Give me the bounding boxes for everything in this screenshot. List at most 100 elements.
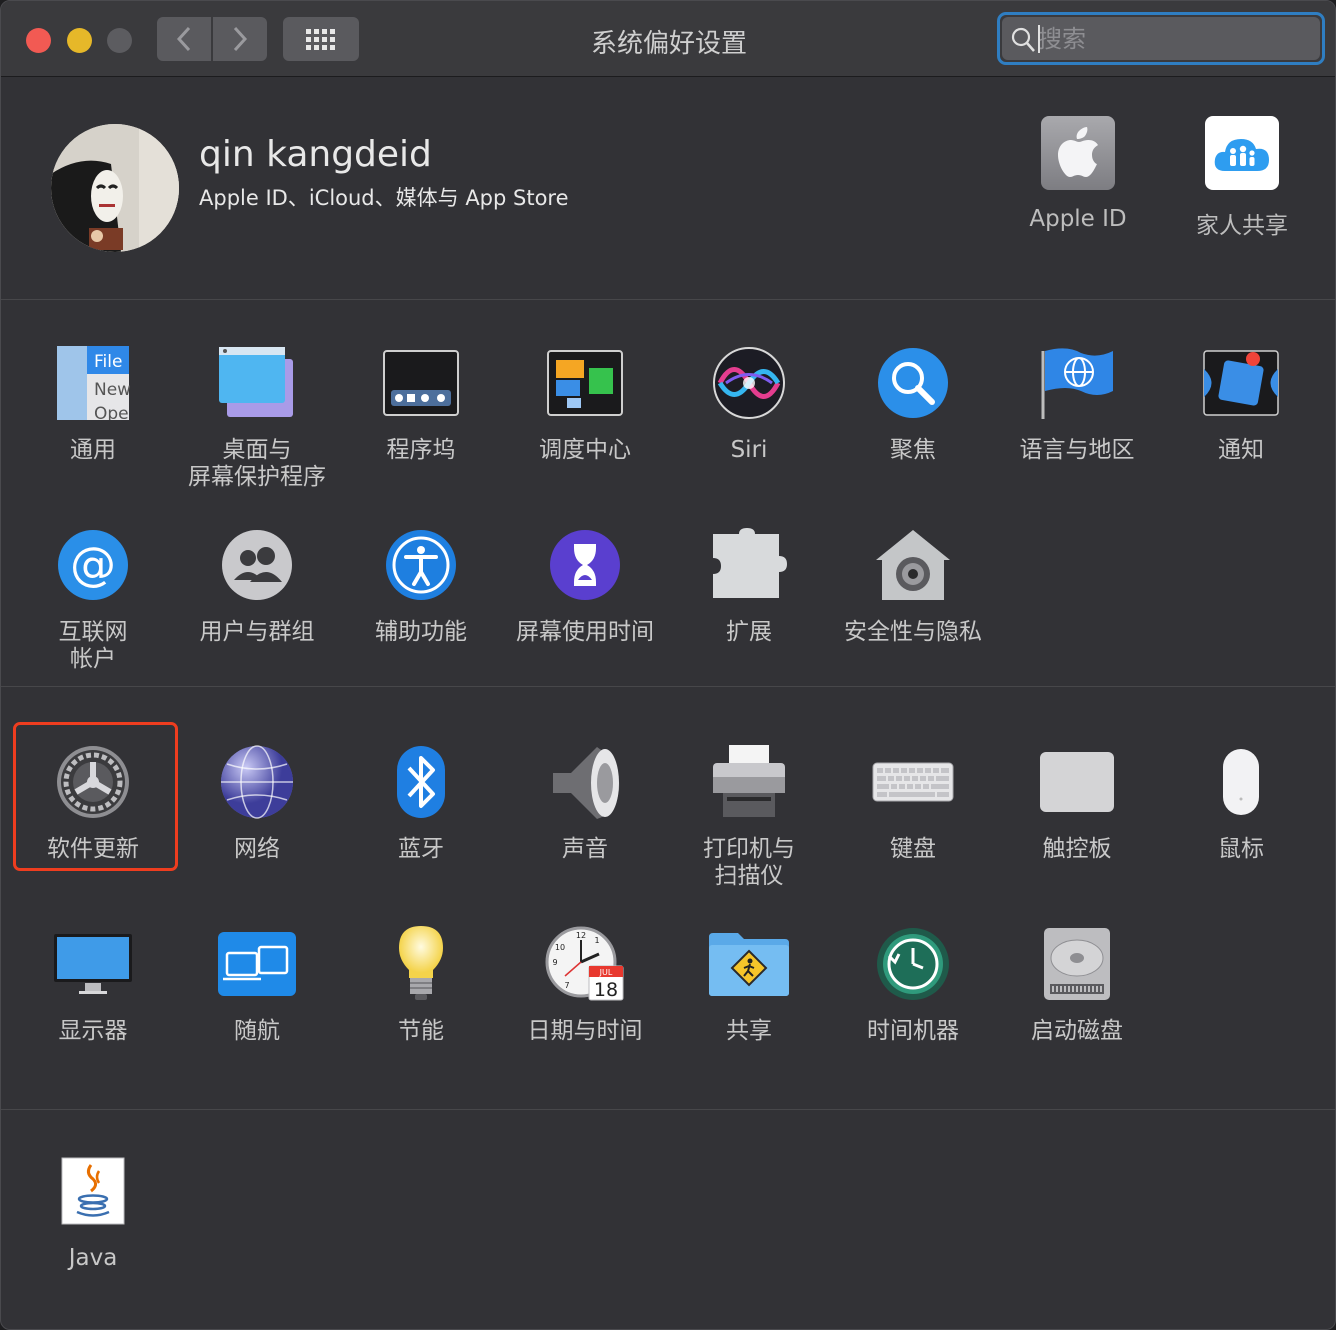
accessibility-icon	[379, 523, 463, 607]
pref-notifications[interactable]: 通知	[1159, 341, 1323, 464]
grid-icon	[306, 29, 335, 50]
pref-energy-saver[interactable]: 节能	[339, 922, 503, 1045]
date-time-label: 日期与时间	[527, 1018, 643, 1044]
pref-network[interactable]: 网络	[175, 740, 339, 863]
screen-time-icon	[543, 523, 627, 607]
user-avatar[interactable]	[51, 124, 179, 252]
startup-disk-icon	[1035, 922, 1119, 1006]
pref-apple-id[interactable]: Apple ID	[1008, 116, 1148, 232]
pref-displays[interactable]: 显示器	[11, 922, 175, 1045]
back-button[interactable]	[157, 17, 211, 61]
network-icon	[215, 740, 299, 824]
pref-spotlight[interactable]: 聚焦	[831, 341, 995, 464]
mission-control-icon	[543, 341, 627, 425]
pref-mouse[interactable]: 鼠标	[1159, 740, 1323, 863]
extensions-label: 扩展	[726, 619, 772, 645]
sidecar-icon	[215, 922, 299, 1006]
general-icon: File New Ope	[51, 341, 135, 425]
pref-sound[interactable]: 声音	[503, 740, 667, 863]
pref-bluetooth[interactable]: 蓝牙	[339, 740, 503, 863]
personal-preferences-section: File New Ope 通用 桌面与 屏幕保护程序 程序坞 调度中心 Siri…	[1, 301, 1335, 687]
siri-label: Siri	[730, 437, 768, 463]
pref-printers-scanners[interactable]: 打印机与 扫描仪	[667, 740, 831, 890]
calendar-month: JUL	[599, 968, 613, 977]
internet-accounts-icon: @	[51, 523, 135, 607]
users-groups-label: 用户与群组	[199, 619, 315, 645]
pref-sharing[interactable]: 共享	[667, 922, 831, 1045]
svg-text:@: @	[70, 537, 116, 591]
startup-disk-label: 启动磁盘	[1031, 1018, 1123, 1044]
pref-family-sharing[interactable]: 家人共享	[1172, 116, 1312, 240]
clock-9: 9	[552, 958, 557, 967]
zoom-button[interactable]	[107, 28, 132, 53]
spotlight-icon	[871, 341, 955, 425]
pref-dock[interactable]: 程序坞	[339, 341, 503, 464]
minimize-button[interactable]	[67, 28, 92, 53]
java-label: Java	[68, 1245, 118, 1271]
pref-users-groups[interactable]: 用户与群组	[175, 523, 339, 646]
hardware-preferences-section: 软件更新 网络 蓝牙 声音 打印机与 扫描仪 键盘 触控板 鼠标 显示器 随航 …	[1, 688, 1335, 1110]
pref-date-time[interactable]: 12 1 10 9 7 JUL 18 日期与时间	[503, 922, 667, 1045]
dock-label: 程序坞	[386, 437, 456, 463]
siri-icon	[707, 341, 791, 425]
pref-general[interactable]: File New Ope 通用	[11, 341, 175, 464]
forward-button[interactable]	[213, 17, 267, 61]
trackpad-icon	[1035, 740, 1119, 824]
pref-keyboard[interactable]: 键盘	[831, 740, 995, 863]
close-button[interactable]	[26, 28, 51, 53]
sidecar-label: 随航	[234, 1018, 280, 1044]
pref-mission-control[interactable]: 调度中心	[503, 341, 667, 464]
general-new-text: New	[94, 380, 130, 400]
dock-icon	[379, 341, 463, 425]
search-icon	[1011, 27, 1035, 52]
pref-extensions[interactable]: 扩展	[667, 523, 831, 646]
pref-siri[interactable]: Siri	[667, 341, 831, 464]
users-groups-icon	[215, 523, 299, 607]
security-privacy-icon	[871, 523, 955, 607]
screen-time-label: 屏幕使用时间	[516, 619, 654, 645]
displays-icon	[51, 922, 135, 1006]
language-region-label: 语言与地区	[1019, 437, 1135, 463]
mouse-label: 鼠标	[1218, 836, 1264, 862]
pref-time-machine[interactable]: 时间机器	[831, 922, 995, 1045]
pref-software-update[interactable]: 软件更新	[11, 740, 175, 863]
printer-scanner-label: 打印机与 扫描仪	[703, 836, 795, 889]
java-icon	[51, 1149, 135, 1233]
search-input[interactable]	[1038, 17, 1308, 60]
energy-saver-icon	[379, 922, 463, 1006]
pref-screen-time[interactable]: 屏幕使用时间	[503, 523, 667, 646]
pref-accessibility[interactable]: 辅助功能	[339, 523, 503, 646]
general-file-text: File	[94, 352, 122, 372]
chevron-right-icon	[233, 26, 248, 52]
search-field[interactable]	[997, 12, 1325, 65]
energy-saver-label: 节能	[398, 1018, 444, 1044]
pref-internet-accounts[interactable]: @ 互联网 帐户	[11, 523, 175, 673]
pref-java[interactable]: Java	[11, 1149, 175, 1272]
chevron-left-icon	[176, 26, 191, 52]
bluetooth-icon	[379, 740, 463, 824]
date-time-icon: 12 1 10 9 7 JUL 18	[543, 922, 627, 1006]
pref-startup-disk[interactable]: 启动磁盘	[995, 922, 1159, 1045]
text-cursor	[1038, 25, 1040, 53]
pref-trackpad[interactable]: 触控板	[995, 740, 1159, 863]
pref-security-privacy[interactable]: 安全性与隐私	[831, 523, 995, 646]
pref-language-region[interactable]: 语言与地区	[995, 341, 1159, 464]
show-all-button[interactable]	[283, 17, 359, 61]
notifications-icon	[1199, 341, 1283, 425]
software-update-icon	[51, 740, 135, 824]
account-header: qin kangdeid Apple ID、iCloud、媒体与 App Sto…	[1, 78, 1335, 300]
clock-10: 10	[555, 943, 565, 952]
time-machine-icon	[871, 922, 955, 1006]
keyboard-icon	[871, 740, 955, 824]
pref-desktop-screensaver[interactable]: 桌面与 屏幕保护程序	[175, 341, 339, 491]
bluetooth-label: 蓝牙	[398, 836, 444, 862]
trackpad-label: 触控板	[1042, 836, 1112, 862]
language-region-icon	[1035, 341, 1119, 425]
spotlight-label: 聚焦	[890, 437, 936, 463]
time-machine-label: 时间机器	[867, 1018, 959, 1044]
desktop-screensaver-label: 桌面与 屏幕保护程序	[188, 437, 326, 490]
pref-sidecar[interactable]: 随航	[175, 922, 339, 1045]
title-bar: 系统偏好设置	[1, 1, 1335, 77]
network-label: 网络	[234, 836, 280, 862]
user-name: qin kangdeid	[199, 134, 432, 175]
